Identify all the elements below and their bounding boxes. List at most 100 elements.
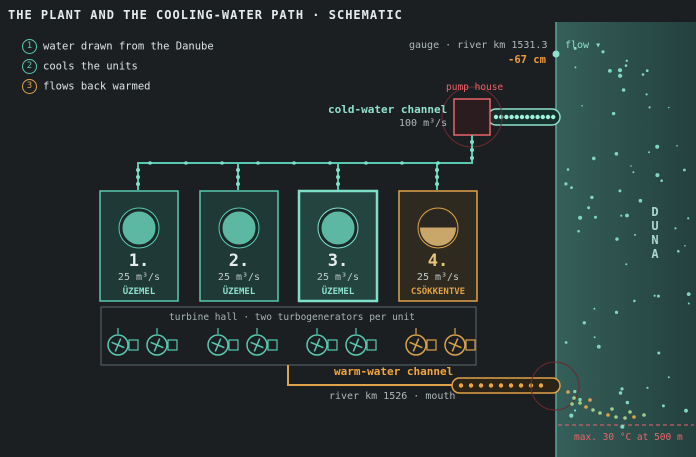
header-particle: [470, 148, 474, 152]
turbogenerator-icon: [246, 328, 278, 356]
outfall-particle: [488, 383, 494, 388]
intake-particle: [514, 114, 519, 120]
river-particle: [587, 206, 591, 210]
river-particle: [608, 69, 612, 73]
outfall-particle: [518, 383, 524, 388]
river-particle: [646, 386, 649, 389]
river-particle: [653, 294, 656, 297]
turbogenerator-icon: [345, 328, 377, 356]
river-name-text: DUNA: [651, 205, 659, 261]
cold-channel-flow: 100 m³/s: [399, 118, 448, 129]
header-particle: [220, 161, 224, 165]
river-particle: [615, 237, 619, 241]
outfall-particle: [508, 383, 514, 388]
header-particle: [470, 140, 474, 144]
plume-particle: [570, 402, 574, 406]
header-particle: [336, 175, 340, 179]
river-particle: [677, 250, 680, 253]
header-particle: [364, 161, 368, 165]
plume-particle: [632, 415, 636, 419]
unit-1-panel[interactable]: [99, 190, 179, 302]
river-particle: [634, 233, 636, 236]
river-particle: [676, 145, 678, 147]
river-particle: [590, 195, 594, 200]
gauge-value: -67 cm: [508, 54, 546, 66]
river-particle: [645, 93, 648, 96]
outfall-particle: [498, 383, 504, 388]
plume-particle: [578, 401, 582, 405]
schematic-canvas: THE PLANT AND THE COOLING-WATER PATH · S…: [0, 0, 696, 457]
unit-4-number: 4.: [427, 251, 449, 271]
header-particle: [435, 175, 439, 179]
unit-3-panel[interactable]: [297, 189, 379, 303]
river-particle: [638, 198, 643, 203]
plume-particle: [598, 411, 602, 415]
flow-toggle-button[interactable]: flow ▾: [565, 40, 601, 51]
river-particle: [686, 292, 691, 296]
pump-house[interactable]: [453, 98, 491, 136]
river-particle: [573, 389, 577, 394]
intake-particle: [504, 114, 509, 120]
river-particle: [648, 106, 651, 109]
legend-item-2: 2 cools the units: [22, 59, 138, 74]
river-particle: [648, 151, 650, 154]
legend-text-2: cools the units: [43, 60, 138, 73]
warm-channel-label: warm-water channel: [334, 365, 454, 378]
river-particle: [655, 173, 660, 178]
intake-particle: [525, 114, 530, 120]
header-particle: [470, 156, 474, 160]
river-particle: [577, 229, 580, 233]
river-particle: [564, 182, 568, 186]
header-particle: [236, 175, 240, 179]
river-particle: [564, 341, 568, 344]
unit-2-panel[interactable]: [199, 190, 279, 302]
header-particle: [336, 182, 340, 186]
river-particle: [594, 215, 597, 219]
header-particle: [236, 168, 240, 172]
header-particle: [136, 182, 140, 186]
river-particle: [684, 245, 686, 247]
unit-1-number: 1.: [128, 251, 150, 271]
river-particle: [614, 310, 619, 314]
river-particle: [687, 302, 690, 305]
turbine-hall-label: turbine hall · two turbogenerators per u…: [169, 312, 415, 323]
river-particle: [661, 404, 665, 408]
header-particle: [435, 182, 439, 186]
river-particle: [570, 186, 573, 190]
plume-particle: [642, 413, 646, 417]
river-particle: [625, 213, 629, 218]
header-particle: [328, 161, 332, 165]
gauge-marker: [552, 50, 560, 58]
warm-channel-mouth: river km 1526 · mouth: [329, 391, 456, 402]
river-particle: [611, 111, 616, 116]
turbogenerator-icon: [444, 328, 476, 356]
plume-particle: [610, 407, 614, 411]
plume-particle: [572, 396, 576, 400]
turbogenerator-icon: [306, 328, 338, 356]
turbogenerator-icon: [146, 328, 178, 356]
unit-3-status: ÜZEMEL: [321, 287, 355, 297]
unit-4-flow: 25 m³/s: [416, 272, 460, 283]
legend-text-3: flows back warmed: [43, 80, 151, 93]
legend-number-3: 3: [22, 79, 37, 94]
river-particle: [593, 336, 596, 339]
river-particle: [581, 105, 583, 107]
intake-particle: [551, 114, 556, 120]
header-particle: [292, 161, 296, 165]
river-particle: [620, 424, 625, 429]
legend-number-2: 2: [22, 59, 37, 74]
header-particle: [436, 161, 440, 165]
outfall-particle: [458, 383, 464, 388]
river-particle: [566, 168, 570, 171]
plume-particle: [628, 410, 632, 414]
unit-3-number: 3.: [327, 251, 349, 271]
river-particle: [618, 73, 623, 78]
plume-particle: [614, 415, 618, 419]
header-particle: [435, 168, 439, 172]
river-particle: [618, 391, 623, 395]
river-particle: [621, 88, 626, 92]
plume-particle: [591, 408, 595, 412]
unit-4-status: CSÖKKENTVE: [410, 287, 466, 297]
unit-4-panel[interactable]: [398, 190, 478, 302]
river-particle: [617, 68, 623, 73]
